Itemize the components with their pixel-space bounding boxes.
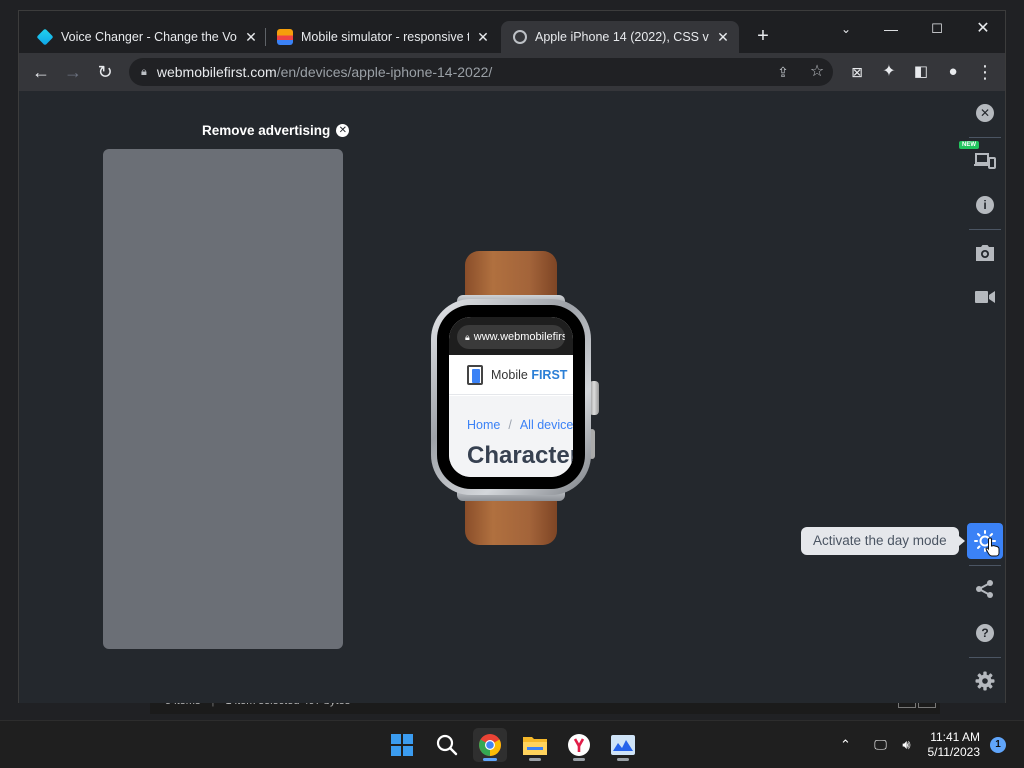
info-button[interactable]: i <box>971 191 999 219</box>
side-panel-icon[interactable]: ◧ <box>909 60 933 84</box>
settings-icon <box>975 671 995 691</box>
file-explorer-icon <box>523 737 547 755</box>
profile-icon[interactable]: ● <box>941 60 965 84</box>
lock-icon: 🔒︎ <box>465 332 470 342</box>
breadcrumb-all-devices[interactable]: All devices <box>520 418 573 432</box>
tab-search-icon[interactable]: ⌄ <box>834 17 858 41</box>
extension-x-icon[interactable]: ⊠ <box>845 60 869 84</box>
close-icon: ✕ <box>976 104 994 122</box>
watch-bezel: 🔒︎www.webmobilefirst.com Mobile FIRST Ho… <box>437 305 585 489</box>
network-icon[interactable]: 🖵︎ <box>871 735 891 755</box>
close-window-button[interactable]: ✕ <box>971 17 995 41</box>
day-mode-tooltip: Activate the day mode <box>801 527 965 555</box>
minimize-button[interactable]: — <box>879 17 903 41</box>
page-content: Remove advertising ✕ 🔒︎ www.webmobilefirs… <box>19 91 1005 703</box>
volume-icon[interactable]: 🔊︎ <box>897 735 917 755</box>
menu-kebab-icon[interactable]: ⋮ <box>973 60 997 84</box>
notification-badge[interactable]: 1 <box>990 737 1006 753</box>
system-tray: ⌃ 🖵︎ 🔊︎ 11:41 AM 5/11/2023 1 <box>833 721 1006 768</box>
forward-icon[interactable]: → <box>61 60 85 84</box>
lock-icon: 🔒︎ <box>141 65 147 78</box>
globe-favicon-icon <box>513 30 527 44</box>
watch-site-body: Home/All devices Characteristics <box>449 396 573 477</box>
record-video-button[interactable] <box>971 283 999 311</box>
devices-icon <box>974 153 996 169</box>
watch-url-field[interactable]: 🔒︎www.webmobilefirst.com <box>457 325 565 349</box>
url-text: webmobilefirst.com/en/devices/apple-ipho… <box>156 64 493 80</box>
tab-title: Apple iPhone 14 (2022), CSS viewport <box>535 30 709 44</box>
breadcrumb: Home/All devices <box>467 418 573 432</box>
search-icon <box>436 734 458 756</box>
close-tab-icon[interactable]: ✕ <box>243 29 259 46</box>
search-button[interactable] <box>430 728 464 762</box>
yandex-icon <box>568 734 590 756</box>
devices-button[interactable]: NEW <box>959 141 999 175</box>
file-explorer-taskbar-app[interactable] <box>518 728 552 762</box>
bookmark-star-icon[interactable]: ☆ <box>807 62 827 82</box>
watch-screen[interactable]: 🔒︎www.webmobilefirst.com Mobile FIRST Ho… <box>449 317 573 477</box>
yandex-taskbar-app[interactable] <box>562 728 596 762</box>
screenshot-button[interactable] <box>971 239 999 267</box>
day-mode-button[interactable] <box>967 523 1003 559</box>
back-icon[interactable]: ← <box>29 60 53 84</box>
chrome-taskbar-app[interactable] <box>473 728 507 762</box>
tab-title: Mobile simulator - responsive testing <box>301 30 469 44</box>
breadcrumb-home[interactable]: Home <box>467 418 500 432</box>
show-hidden-icons-chevron-icon[interactable]: ⌃ <box>836 735 856 755</box>
photos-icon <box>611 735 635 755</box>
chrome-icon <box>479 734 501 756</box>
hand-cursor-icon <box>985 537 1000 557</box>
tab-strip: Voice Changer - Change the Voice ✕ Mobil… <box>19 11 1005 53</box>
help-button[interactable]: ? <box>971 619 999 647</box>
voice-changer-favicon-icon <box>36 28 54 46</box>
advertisement-placeholder <box>103 149 343 649</box>
close-tab-icon[interactable]: ✕ <box>475 29 491 46</box>
device-tool-panel: ✕ NEW i ? <box>959 91 1005 703</box>
start-button[interactable] <box>385 728 419 762</box>
browser-window: Voice Changer - Change the Voice ✕ Mobil… <box>18 10 1006 703</box>
close-panel-button[interactable]: ✕ <box>971 99 999 127</box>
close-circle-icon[interactable]: ✕ <box>336 124 350 137</box>
new-tab-button[interactable]: + <box>751 25 775 47</box>
address-bar[interactable]: 🔒︎ webmobilefirst.com/en/devices/apple-i… <box>129 58 833 86</box>
share-button[interactable] <box>971 575 999 603</box>
tab-mobile-simulator[interactable]: Mobile simulator - responsive testing ✕ <box>265 21 499 53</box>
browser-toolbar: ← → ↻ 🔒︎ webmobilefirst.com/en/devices/a… <box>19 53 1005 91</box>
mobile-first-logo-icon <box>467 364 483 385</box>
remove-advertising-link[interactable]: Remove advertising ✕ <box>202 123 350 138</box>
tab-voice-changer[interactable]: Voice Changer - Change the Voice ✕ <box>27 21 267 53</box>
remove-ad-label: Remove advertising <box>202 123 331 138</box>
clock-time: 11:41 AM <box>930 730 980 744</box>
help-icon: ? <box>976 624 994 642</box>
info-icon: i <box>976 196 994 214</box>
tab-title: Voice Changer - Change the Voice <box>61 30 237 44</box>
settings-button[interactable] <box>971 667 999 695</box>
share-page-icon[interactable]: ⇪ <box>773 62 793 82</box>
clock-date: 5/11/2023 <box>927 745 981 759</box>
new-badge: NEW <box>959 141 979 149</box>
tab-apple-iphone-14[interactable]: Apple iPhone 14 (2022), CSS viewport ✕ <box>501 21 739 53</box>
share-icon <box>976 580 993 598</box>
clock[interactable]: 11:41 AM 5/11/2023 <box>928 730 981 760</box>
photos-taskbar-app[interactable] <box>606 728 640 762</box>
windows-taskbar: ⌃ 🖵︎ 🔊︎ 11:41 AM 5/11/2023 1 <box>0 720 1024 768</box>
windows-start-icon <box>391 734 413 756</box>
watch-case: 🔒︎www.webmobilefirst.com Mobile FIRST Ho… <box>431 299 591 495</box>
video-icon <box>975 291 995 303</box>
mobile-simulator-favicon-icon <box>277 29 293 45</box>
watch-url-bar: 🔒︎www.webmobilefirst.com <box>449 317 573 355</box>
maximize-button[interactable]: ☐ <box>925 17 949 41</box>
page-heading: Characteristics <box>467 442 573 469</box>
close-tab-icon[interactable]: ✕ <box>715 29 731 46</box>
extensions-puzzle-icon[interactable]: ✦ <box>877 60 901 84</box>
apple-watch-mockup: 🔒︎www.webmobilefirst.com Mobile FIRST Ho… <box>429 251 601 547</box>
reload-icon[interactable]: ↻ <box>93 60 117 84</box>
watch-site-header: Mobile FIRST <box>449 355 573 395</box>
site-brand[interactable]: Mobile FIRST <box>491 368 567 382</box>
camera-icon <box>976 245 994 261</box>
